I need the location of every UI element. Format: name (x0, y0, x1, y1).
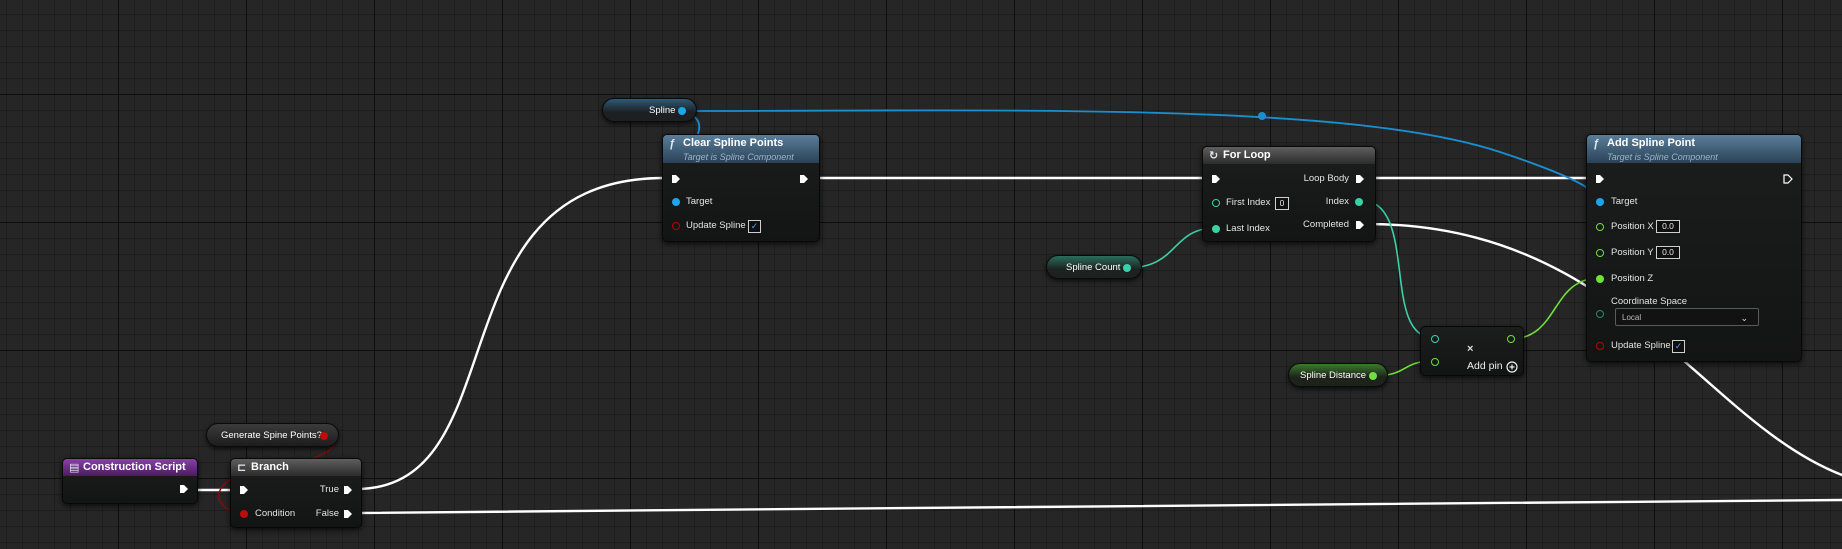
clear-spline-points-title: Clear Spline Points (683, 137, 784, 149)
function-icon: ƒ (669, 138, 676, 150)
add-update-spline-checkbox[interactable]: ✓ (1672, 340, 1685, 353)
position-y-label: Position Y (1611, 247, 1654, 258)
chevron-down-icon: ⌄ (1740, 313, 1748, 323)
spline-out-pin[interactable] (678, 107, 686, 115)
add-update-spline-pin[interactable] (1596, 342, 1604, 350)
branch-exec-in-pin[interactable] (239, 485, 249, 495)
generate-spine-points-variable[interactable]: Generate Spine Points? (206, 423, 339, 447)
clear-target-label: Target (686, 196, 713, 207)
multiply-input-a-pin[interactable] (1431, 335, 1439, 343)
coordinate-space-dropdown[interactable]: Local ⌄ (1615, 308, 1759, 326)
first-index-pin[interactable] (1212, 199, 1220, 207)
completed-pin[interactable] (1355, 220, 1365, 230)
position-y-pin[interactable] (1596, 249, 1604, 257)
multiply-output-pin[interactable] (1507, 335, 1515, 343)
position-x-label: Position X (1611, 221, 1654, 232)
spline-distance-label: Spline Distance (1300, 370, 1367, 381)
clear-target-pin[interactable] (672, 198, 680, 206)
clear-update-spline-pin[interactable] (672, 222, 680, 230)
for-loop-exec-in-pin[interactable] (1211, 174, 1221, 184)
loop-body-pin[interactable] (1355, 174, 1365, 184)
branch-title: Branch (251, 461, 289, 473)
spline-variable[interactable]: Spline (602, 98, 697, 122)
loop-body-label: Loop Body (1303, 173, 1349, 184)
spline-count-variable[interactable]: Spline Count (1046, 255, 1142, 279)
add-target-label: Target (1611, 196, 1638, 207)
branch-true-pin[interactable] (343, 485, 353, 495)
completed-label: Completed (1303, 219, 1349, 230)
coordinate-space-label: Coordinate Space (1611, 296, 1688, 307)
add-pin-icon[interactable] (1506, 361, 1518, 373)
add-target-pin[interactable] (1596, 198, 1604, 206)
for-loop-title: For Loop (1223, 149, 1271, 161)
last-index-label: Last Index (1226, 223, 1270, 234)
generate-out-pin[interactable] (320, 432, 328, 440)
multiply-input-b-pin[interactable] (1431, 358, 1439, 366)
position-x-pin[interactable] (1596, 223, 1604, 231)
branch-node[interactable]: ⊏ Branch True Condition False (230, 458, 362, 528)
last-index-pin[interactable] (1212, 225, 1220, 233)
branch-true-label: True (319, 484, 339, 495)
add-pin-label[interactable]: Add pin (1467, 360, 1503, 372)
coordinate-space-value: Local (1622, 313, 1642, 322)
add-spline-point-title: Add Spline Point (1607, 137, 1695, 149)
add-spline-point-subtitle: Target is Spline Component (1607, 152, 1718, 162)
event-icon: ▤ (69, 462, 80, 474)
function-icon: ƒ (1593, 138, 1600, 150)
spline-count-out-pin[interactable] (1123, 264, 1131, 272)
first-index-label: First Index (1226, 197, 1271, 208)
branch-condition-pin[interactable] (240, 510, 248, 518)
clear-spline-points-node[interactable]: ƒ Clear Spline Points Target is Spline C… (662, 134, 820, 242)
branch-icon: ⊏ (237, 462, 247, 474)
generate-spine-points-label: Generate Spine Points? (221, 430, 322, 441)
multiply-node[interactable]: × Add pin (1420, 326, 1524, 376)
clear-exec-out-pin[interactable] (799, 174, 809, 184)
clear-update-spline-label: Update Spline (686, 220, 746, 231)
index-label: Index (1325, 196, 1349, 207)
exec-out-pin[interactable] (179, 484, 189, 494)
branch-false-pin[interactable] (343, 509, 353, 519)
construction-script-title: Construction Script (83, 461, 186, 473)
position-z-label: Position Z (1611, 273, 1654, 284)
spline-distance-out-pin[interactable] (1369, 372, 1377, 380)
branch-condition-label: Condition (255, 508, 296, 519)
loop-icon: ↻ (1209, 150, 1219, 162)
exec-wire-branch-true-to-clear (354, 176, 666, 491)
position-z-pin[interactable] (1596, 275, 1604, 283)
clear-update-spline-checkbox[interactable]: ✓ (748, 220, 761, 233)
index-pin[interactable] (1355, 198, 1363, 206)
add-update-spline-label: Update Spline (1611, 340, 1671, 351)
multiply-operator: × (1467, 343, 1474, 355)
clear-spline-points-subtitle: Target is Spline Component (683, 152, 794, 162)
exec-wire-branch-false (354, 498, 1842, 515)
spline-count-label: Spline Count (1066, 262, 1121, 273)
construction-script-node[interactable]: ▤ Construction Script (62, 458, 198, 504)
clear-exec-in-pin[interactable] (671, 174, 681, 184)
spline-variable-label: Spline (649, 105, 676, 116)
for-loop-node[interactable]: ↻ For Loop Loop Body First Index 0 Index… (1202, 146, 1376, 242)
position-y-value[interactable]: 0.0 (1656, 246, 1680, 259)
position-x-value[interactable]: 0.0 (1656, 220, 1680, 233)
branch-false-label: False (315, 508, 339, 519)
coordinate-space-pin[interactable] (1596, 310, 1604, 318)
add-exec-in-pin[interactable] (1595, 174, 1605, 184)
add-exec-out-pin[interactable] (1783, 174, 1793, 184)
spline-distance-variable[interactable]: Spline Distance (1288, 363, 1388, 387)
add-spline-point-node[interactable]: ƒ Add Spline Point Target is Spline Comp… (1586, 134, 1802, 362)
first-index-value[interactable]: 0 (1275, 197, 1289, 210)
reroute-knot (1258, 112, 1266, 120)
